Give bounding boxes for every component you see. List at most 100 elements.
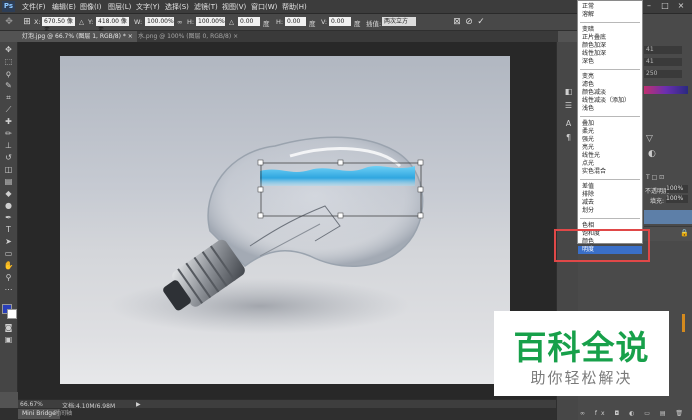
type-tool-icon[interactable]: T bbox=[2, 224, 15, 235]
more-tools-icon[interactable]: ⋯ bbox=[2, 284, 15, 295]
commit-transform-icon[interactable]: ✓ bbox=[476, 17, 486, 27]
blend-option[interactable]: 划分 bbox=[578, 207, 642, 215]
blend-option[interactable]: 滤色 bbox=[578, 81, 642, 89]
scroll-indicator[interactable] bbox=[682, 314, 685, 332]
menu-edit[interactable]: 编辑(E) bbox=[52, 2, 76, 12]
tab-lightbulb[interactable]: 灯泡.jpg @ 66.7% (图层 1, RGB/8) * × bbox=[18, 31, 137, 42]
blend-option[interactable]: 实色混合 bbox=[578, 168, 642, 176]
history-brush-tool-icon[interactable]: ↺ bbox=[2, 152, 15, 163]
tab-water[interactable]: 水.png @ 100% (图层 0, RGB/8) × bbox=[134, 31, 242, 42]
quick-mask-icon[interactable]: ◙ bbox=[2, 322, 15, 333]
x-field[interactable]: 670.50 像素 bbox=[42, 17, 75, 34]
eyedropper-tool-icon[interactable]: ⟋ bbox=[2, 104, 15, 115]
image-canvas[interactable] bbox=[60, 56, 510, 384]
layer-panel-footer-icons[interactable]: ∞ fx ◘ ◐ ▭ ▤ 🗑 bbox=[580, 410, 690, 418]
paragraph-panel-icon[interactable]: ¶ bbox=[562, 132, 575, 143]
blend-option[interactable]: 线性减淡（添加） bbox=[578, 97, 642, 105]
blend-option[interactable]: 减去 bbox=[578, 199, 642, 207]
marquee-tool-icon[interactable]: ⬚ bbox=[2, 56, 15, 67]
screen-mode-icon[interactable]: ▣ bbox=[2, 334, 15, 345]
healing-brush-tool-icon[interactable]: ✚ bbox=[2, 116, 15, 127]
properties-panel-icon[interactable]: ☰ bbox=[562, 100, 575, 111]
color-ramp[interactable] bbox=[644, 86, 688, 94]
blend-option[interactable]: 差值 bbox=[578, 183, 642, 191]
chain-link-icon[interactable]: ∞ bbox=[177, 18, 182, 26]
interpolation-select[interactable]: 两次立方 bbox=[382, 17, 416, 26]
maximize-icon[interactable]: □ bbox=[660, 1, 670, 11]
crop-tool-icon[interactable]: ⌗ bbox=[2, 92, 15, 103]
menu-layer[interactable]: 图层(L) bbox=[108, 2, 131, 12]
blend-option[interactable]: 点光 bbox=[578, 160, 642, 168]
blend-option[interactable]: 变暗 bbox=[578, 26, 642, 34]
pen-tool-icon[interactable]: ✒ bbox=[2, 212, 15, 223]
zoom-level[interactable]: 66.67% bbox=[20, 401, 43, 408]
height-field[interactable]: 100.00% bbox=[196, 17, 225, 26]
blend-option[interactable]: 颜色减淡 bbox=[578, 89, 642, 97]
adjustment-icon[interactable]: ▽ bbox=[646, 134, 653, 144]
color-value-3[interactable]: 250 bbox=[644, 70, 682, 78]
menu-file[interactable]: 文件(F) bbox=[22, 2, 46, 12]
gradient-tool-icon[interactable]: ▤ bbox=[2, 176, 15, 187]
blend-option[interactable]: 线性光 bbox=[578, 152, 642, 160]
layer-filter-icons[interactable]: T □ ⊡ bbox=[646, 174, 664, 181]
quick-select-tool-icon[interactable]: ✎ bbox=[2, 80, 15, 91]
opacity-field[interactable]: 100% bbox=[666, 185, 688, 193]
blend-option[interactable]: 深色 bbox=[578, 58, 642, 66]
background-color-swatch[interactable] bbox=[7, 309, 17, 319]
blend-option[interactable]: 线性加深 bbox=[578, 50, 642, 58]
tab-timeline[interactable]: 时间轴 bbox=[50, 409, 76, 419]
blend-option[interactable]: 浅色 bbox=[578, 105, 642, 113]
warp-mode-icon[interactable]: ⊠ bbox=[452, 17, 462, 27]
move-tool-preset-icon[interactable]: ✥ bbox=[4, 17, 14, 27]
blend-option[interactable]: 排除 bbox=[578, 191, 642, 199]
blend-option[interactable]: 溶解 bbox=[578, 11, 642, 19]
eraser-tool-icon[interactable]: ◫ bbox=[2, 164, 15, 175]
character-panel-icon[interactable]: A bbox=[562, 118, 575, 129]
blend-separator bbox=[580, 22, 640, 23]
menu-type[interactable]: 文字(Y) bbox=[136, 2, 160, 12]
mask-icon[interactable]: ◐ bbox=[648, 149, 656, 159]
menu-select[interactable]: 选择(S) bbox=[165, 2, 189, 12]
vskew-field[interactable]: 0.00 bbox=[329, 17, 351, 26]
dodge-tool-icon[interactable]: ● bbox=[2, 200, 15, 211]
hand-tool-icon[interactable]: ✋ bbox=[2, 260, 15, 271]
blend-option[interactable]: 叠加 bbox=[578, 120, 642, 128]
path-select-tool-icon[interactable]: ➤ bbox=[2, 236, 15, 247]
clone-stamp-tool-icon[interactable]: ⊥ bbox=[2, 140, 15, 151]
menu-filter[interactable]: 滤镜(T) bbox=[194, 2, 218, 12]
shape-tool-icon[interactable]: ▭ bbox=[2, 248, 15, 259]
hskew-field[interactable]: 0.00 bbox=[285, 17, 306, 26]
lasso-tool-icon[interactable]: ϙ bbox=[2, 68, 15, 79]
history-panel-icon[interactable]: ◧ bbox=[562, 86, 575, 97]
brush-tool-icon[interactable]: ✏ bbox=[2, 128, 15, 139]
blend-mode-dropdown[interactable]: 正常 溶解变暗 正片叠底 颜色加深 线性加深 深色变亮 滤色 颜色减淡 线性减淡（添加） 浅色叠加… bbox=[577, 0, 643, 254]
fill-field[interactable]: 100% bbox=[666, 195, 688, 203]
angle-field[interactable]: 0.00 bbox=[238, 17, 260, 26]
close-icon[interactable]: × bbox=[676, 1, 686, 11]
zoom-tool-icon[interactable]: ⚲ bbox=[2, 272, 15, 283]
layer-row[interactable]: 🔒 bbox=[644, 226, 692, 241]
blend-option[interactable]: 颜色加深 bbox=[578, 42, 642, 50]
reference-point-icon[interactable]: ⊞ bbox=[22, 17, 32, 27]
blend-option[interactable]: 柔光 bbox=[578, 128, 642, 136]
y-field[interactable]: 418.00 像素 bbox=[96, 17, 129, 34]
move-tool-icon[interactable]: ✥ bbox=[2, 44, 15, 55]
minimize-icon[interactable]: – bbox=[644, 1, 654, 11]
menu-help[interactable]: 帮助(H) bbox=[282, 2, 307, 12]
menu-window[interactable]: 窗口(W) bbox=[251, 2, 277, 12]
color-value-1[interactable]: 41 bbox=[644, 46, 682, 54]
blend-option[interactable]: 正片叠底 bbox=[578, 34, 642, 42]
blend-option[interactable]: 亮光 bbox=[578, 144, 642, 152]
color-value-2[interactable]: 41 bbox=[644, 58, 682, 66]
link-icon[interactable]: △ bbox=[79, 18, 84, 26]
blend-option[interactable]: 变亮 bbox=[578, 73, 642, 81]
menu-view[interactable]: 视图(V) bbox=[222, 2, 246, 12]
layer-row-selected[interactable] bbox=[644, 210, 692, 224]
blend-option[interactable]: 强光 bbox=[578, 136, 642, 144]
menu-image[interactable]: 图像(I) bbox=[80, 2, 102, 12]
blend-option[interactable]: 正常 bbox=[578, 3, 642, 11]
status-arrow-icon[interactable]: ▶ bbox=[136, 401, 141, 408]
cancel-transform-icon[interactable]: ⊘ bbox=[464, 17, 474, 27]
width-field[interactable]: 100.00% bbox=[145, 17, 174, 26]
blur-tool-icon[interactable]: ◆ bbox=[2, 188, 15, 199]
